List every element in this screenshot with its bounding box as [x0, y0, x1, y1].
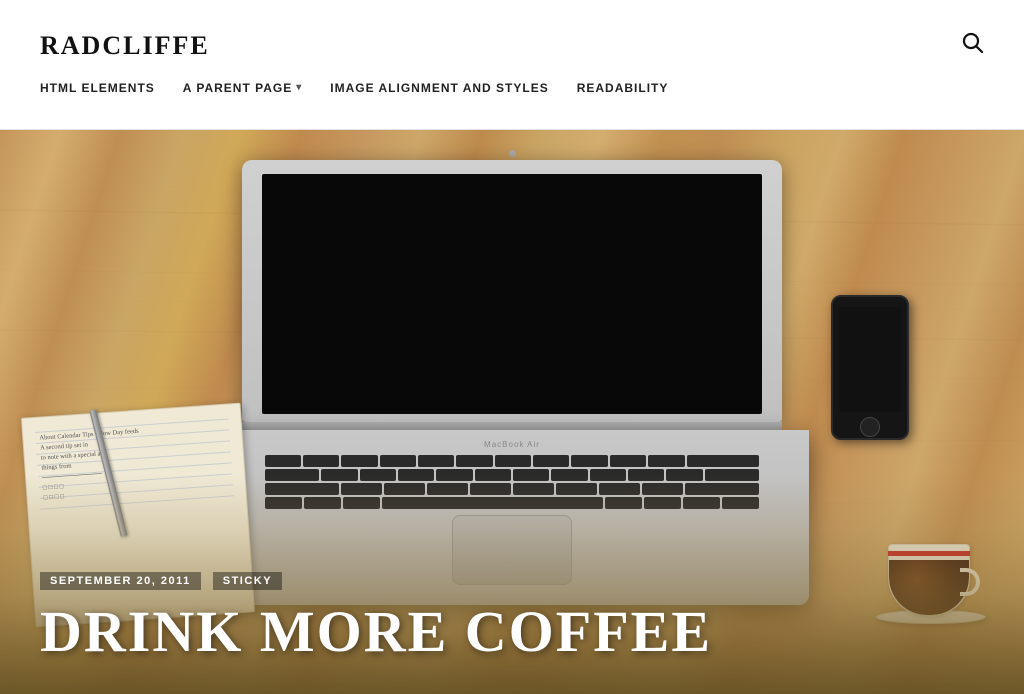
nav-item-html-elements[interactable]: HTML ELEMENTS: [40, 77, 155, 99]
hero-date: SEPTEMBER 20, 2011: [40, 572, 201, 590]
hero-title: DRINK MORE COFFEE: [40, 600, 984, 664]
site-title[interactable]: RADCLIFFE: [40, 31, 210, 61]
main-nav: HTML ELEMENTS A PARENT PAGE ▾ IMAGE ALIG…: [40, 77, 984, 99]
hero-tag: STICKY: [213, 572, 282, 590]
hero-text-area: SEPTEMBER 20, 2011 STICKY DRINK MORE COF…: [0, 572, 1024, 694]
nav-item-image-alignment[interactable]: IMAGE ALIGNMENT AND STYLES: [330, 77, 548, 99]
smartphone: [831, 295, 909, 440]
search-icon[interactable]: [962, 32, 984, 60]
nav-item-readability[interactable]: READABILITY: [577, 77, 669, 99]
nav-item-parent-page[interactable]: A PARENT PAGE ▾: [183, 77, 302, 99]
site-header: RADCLIFFE HTML ELEMENTS A PARENT PAGE ▾ …: [0, 0, 1024, 130]
chevron-down-icon: ▾: [296, 82, 302, 93]
hero-section: MacBook Air: [0, 130, 1024, 694]
nav-item-parent-page-label: A PARENT PAGE: [183, 81, 292, 95]
